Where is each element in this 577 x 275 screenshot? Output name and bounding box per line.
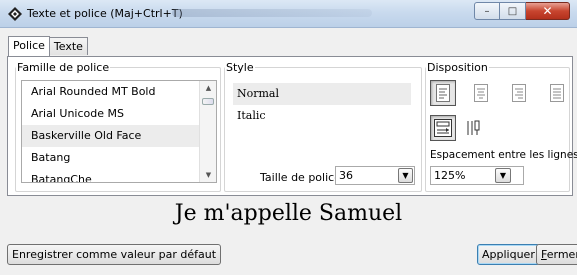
style-list[interactable]: Normal Italic	[233, 83, 411, 153]
font-family-list[interactable]: Arial Rounded MT Bold Arial Unicode MS B…	[21, 80, 217, 183]
app-diamond-icon	[8, 7, 22, 21]
window-title: Texte et police (Maj+Ctrl+T)	[27, 7, 183, 20]
minimize-button[interactable]: –	[474, 2, 500, 20]
title-bar: Texte et police (Maj+Ctrl+T) – □ ✕	[0, 0, 577, 28]
style-legend: Style	[226, 61, 254, 74]
align-justify-icon	[550, 84, 564, 102]
align-right-button[interactable]	[506, 80, 532, 106]
font-list-scrollbar[interactable]: ▲ ▼	[199, 81, 216, 182]
style-item-italic[interactable]: Italic	[233, 105, 411, 127]
close-window-button[interactable]: ✕	[526, 2, 570, 20]
save-default-button[interactable]: Enregistrer comme valeur par défaut	[7, 244, 222, 265]
text-direction-buttons	[430, 115, 486, 141]
font-list-item[interactable]: Arial Rounded MT Bold	[22, 81, 216, 103]
tab-police[interactable]: Police	[8, 36, 50, 56]
apply-button[interactable]: Appliquer	[477, 244, 540, 265]
align-left-button[interactable]	[430, 80, 456, 106]
align-justify-button[interactable]	[544, 80, 570, 106]
tab-bar: Police Texte	[8, 36, 88, 56]
font-size-combo[interactable]: 36 ▼	[335, 166, 415, 185]
disposition-legend: Disposition	[427, 61, 488, 74]
font-size-value[interactable]: 36	[339, 169, 353, 182]
button-bar: Enregistrer comme valeur par défaut Appl…	[0, 236, 577, 275]
align-center-icon	[474, 84, 488, 102]
font-list-item[interactable]: Arial Unicode MS	[22, 103, 216, 125]
close-label-rest: ermer	[546, 248, 577, 261]
font-list-item[interactable]: Batang	[22, 147, 216, 169]
tab-texte[interactable]: Texte	[48, 37, 88, 55]
align-left-icon	[436, 84, 450, 102]
align-right-icon	[512, 84, 526, 102]
alignment-buttons	[430, 80, 570, 106]
vertical-text-icon	[467, 120, 480, 135]
horizontal-text-button[interactable]	[430, 115, 456, 141]
line-spacing-value[interactable]: 125%	[434, 167, 494, 184]
horizontal-text-icon	[434, 119, 452, 137]
align-center-button[interactable]	[468, 80, 494, 106]
vertical-text-button[interactable]	[460, 115, 486, 141]
scroll-up-icon[interactable]: ▲	[200, 81, 216, 95]
font-list-item[interactable]: BatangChe	[22, 169, 216, 182]
chevron-down-icon[interactable]: ▼	[495, 168, 511, 183]
chevron-down-icon[interactable]: ▼	[398, 168, 413, 183]
scroll-down-icon[interactable]: ▼	[200, 168, 216, 182]
line-spacing-label: Espacement entre les lignes :	[430, 149, 577, 161]
scroll-thumb[interactable]	[202, 98, 214, 105]
close-button[interactable]: Fermer	[536, 244, 577, 265]
font-list-item-selected[interactable]: Baskerville Old Face	[22, 125, 216, 147]
style-item-normal[interactable]: Normal	[233, 83, 411, 105]
line-spacing-combo[interactable]: 125% ▼	[430, 166, 524, 185]
background-window-title	[172, 9, 372, 17]
font-family-legend: Famille de police	[17, 61, 110, 74]
window-controls: – □ ✕	[474, 2, 570, 22]
font-preview: Je m'appelle Samuel	[174, 201, 403, 226]
maximize-button[interactable]: □	[500, 2, 526, 20]
